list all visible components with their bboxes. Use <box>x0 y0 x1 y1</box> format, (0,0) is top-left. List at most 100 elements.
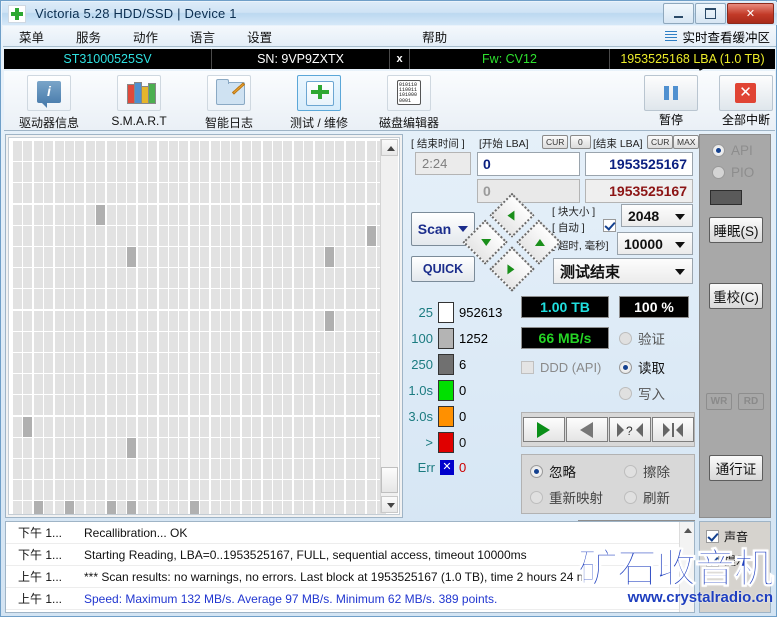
toolbar-smart-log[interactable]: 智能日志 <box>184 75 274 131</box>
quick-button[interactable]: QUICK <box>411 256 475 282</box>
close-button[interactable]: ✕ <box>727 3 774 24</box>
start-lba-input[interactable]: 0 <box>477 152 580 176</box>
map-block <box>85 437 95 458</box>
mode-read[interactable]: 读取 <box>619 357 665 377</box>
map-block <box>304 331 314 352</box>
menu-item-help[interactable]: 帮助 <box>406 25 463 48</box>
hint-option[interactable]: 提示 <box>706 552 770 569</box>
menu-item-service[interactable]: 服务 <box>60 25 117 48</box>
toolbar-disk-editor[interactable]: 010110 110011 101000 0001 磁盘编辑器 <box>364 75 454 131</box>
wr-button[interactable]: WR <box>706 393 732 410</box>
rail-pio-option[interactable]: PIO <box>712 165 754 180</box>
end-lba-cur-button[interactable]: CUR <box>647 135 674 149</box>
map-block <box>221 141 230 161</box>
mode-verify[interactable]: 验证 <box>619 328 665 348</box>
log-time: 上午 1... <box>18 570 63 584</box>
map-block <box>33 416 43 437</box>
legend-row: 250 6 <box>407 351 517 377</box>
ddd-api-checkbox[interactable]: DDD (API) <box>521 360 609 375</box>
map-block <box>54 204 64 225</box>
minimize-button[interactable] <box>663 3 694 24</box>
map-block <box>13 183 22 204</box>
block-size-select[interactable]: 2048 <box>621 204 693 227</box>
end-lba-input[interactable]: 1953525167 <box>585 152 693 176</box>
passport-button[interactable]: 通行证 <box>709 455 763 481</box>
toolbar-test-repair[interactable]: 测试 / 维修 <box>274 75 364 131</box>
map-block <box>44 247 54 267</box>
menu-item-language[interactable]: 语言 <box>174 25 231 48</box>
play-button[interactable] <box>522 417 565 442</box>
map-scrollbar[interactable] <box>380 139 398 513</box>
auto-checkbox[interactable] <box>603 219 616 232</box>
timeout-select[interactable]: 10000 <box>617 232 693 255</box>
reverse-button[interactable] <box>565 417 608 442</box>
map-scroll-down-button[interactable] <box>381 496 398 513</box>
end-lba-max-button[interactable]: MAX <box>673 135 700 149</box>
start-lba-zero-button[interactable]: 0 <box>570 135 591 149</box>
butterfly-button[interactable] <box>651 417 694 442</box>
map-block <box>65 480 74 501</box>
menu-item-action[interactable]: 动作 <box>117 25 174 48</box>
drive-close-icon[interactable]: x <box>390 49 410 69</box>
map-block <box>325 183 334 204</box>
recalibrate-button[interactable]: 重校(C) <box>709 283 763 309</box>
menu-item-menu[interactable]: 菜单 <box>3 25 60 48</box>
sleep-button[interactable]: 睡眠(S) <box>709 217 763 243</box>
map-block <box>189 459 199 479</box>
log-panel[interactable]: 下午 1... Recallibration... OK 下午 1... Sta… <box>5 521 695 613</box>
rail-api-option[interactable]: API <box>712 143 753 158</box>
end-time-value[interactable]: 2:24 <box>415 152 471 175</box>
map-block <box>252 310 262 331</box>
scan-status-select[interactable]: 测试结束 <box>553 258 693 284</box>
buffer-view-button[interactable]: 实时查看缓冲区 <box>665 27 770 46</box>
mode-write-label: 写入 <box>638 387 665 402</box>
map-block <box>23 395 33 416</box>
map-block <box>75 459 85 479</box>
map-block <box>75 416 85 437</box>
action-remap[interactable]: 重新映射 <box>530 487 616 507</box>
map-block <box>366 501 376 514</box>
map-block <box>241 416 251 437</box>
map-block <box>44 162 54 183</box>
map-block <box>106 501 116 514</box>
mode-write[interactable]: 写入 <box>619 383 665 403</box>
toolbar-drive-info[interactable]: i 驱动器信息 <box>4 75 94 131</box>
map-block <box>54 289 64 310</box>
action-erase[interactable]: 擦除 <box>624 461 670 481</box>
capacity-readout: 1.00 TB <box>521 296 609 318</box>
map-block <box>179 501 189 514</box>
maximize-button[interactable] <box>695 3 726 24</box>
map-block <box>189 395 199 416</box>
start-lba-cur-button[interactable]: CUR <box>542 135 569 149</box>
action-ignore[interactable]: 忽略 <box>530 461 604 481</box>
chevron-up-icon <box>684 528 692 533</box>
random-button[interactable]: ? <box>608 417 651 442</box>
map-block <box>189 501 199 514</box>
map-scroll-up-button[interactable] <box>381 139 398 156</box>
map-block <box>23 374 33 395</box>
surface-map-grid[interactable] <box>13 141 386 514</box>
map-block <box>33 353 43 373</box>
map-block <box>54 501 64 514</box>
map-block <box>221 459 230 479</box>
toolbar-smart[interactable]: S.M.A.R.T <box>94 75 184 128</box>
map-block <box>117 331 126 352</box>
sound-option[interactable]: 声音 <box>706 528 770 545</box>
toolbar-pause[interactable]: 暂停 <box>629 75 713 128</box>
surface-map[interactable] <box>8 137 400 515</box>
hint-checkbox[interactable] <box>706 554 719 567</box>
map-block <box>44 331 54 352</box>
map-block <box>33 437 43 458</box>
rd-button[interactable]: RD <box>738 393 764 410</box>
map-block <box>137 501 147 514</box>
map-block <box>33 310 43 331</box>
sound-checkbox[interactable] <box>706 530 719 543</box>
map-block <box>210 416 220 437</box>
toolbar-abort-all[interactable]: ✕ 全部中断 <box>704 75 777 128</box>
map-scroll-thumb[interactable] <box>381 467 398 493</box>
menu-item-settings[interactable]: 设置 <box>231 25 288 48</box>
log-scrollbar[interactable] <box>679 522 694 612</box>
legend-swatch <box>438 353 454 375</box>
action-refresh[interactable]: 刷新 <box>624 487 670 507</box>
map-block <box>241 395 251 416</box>
